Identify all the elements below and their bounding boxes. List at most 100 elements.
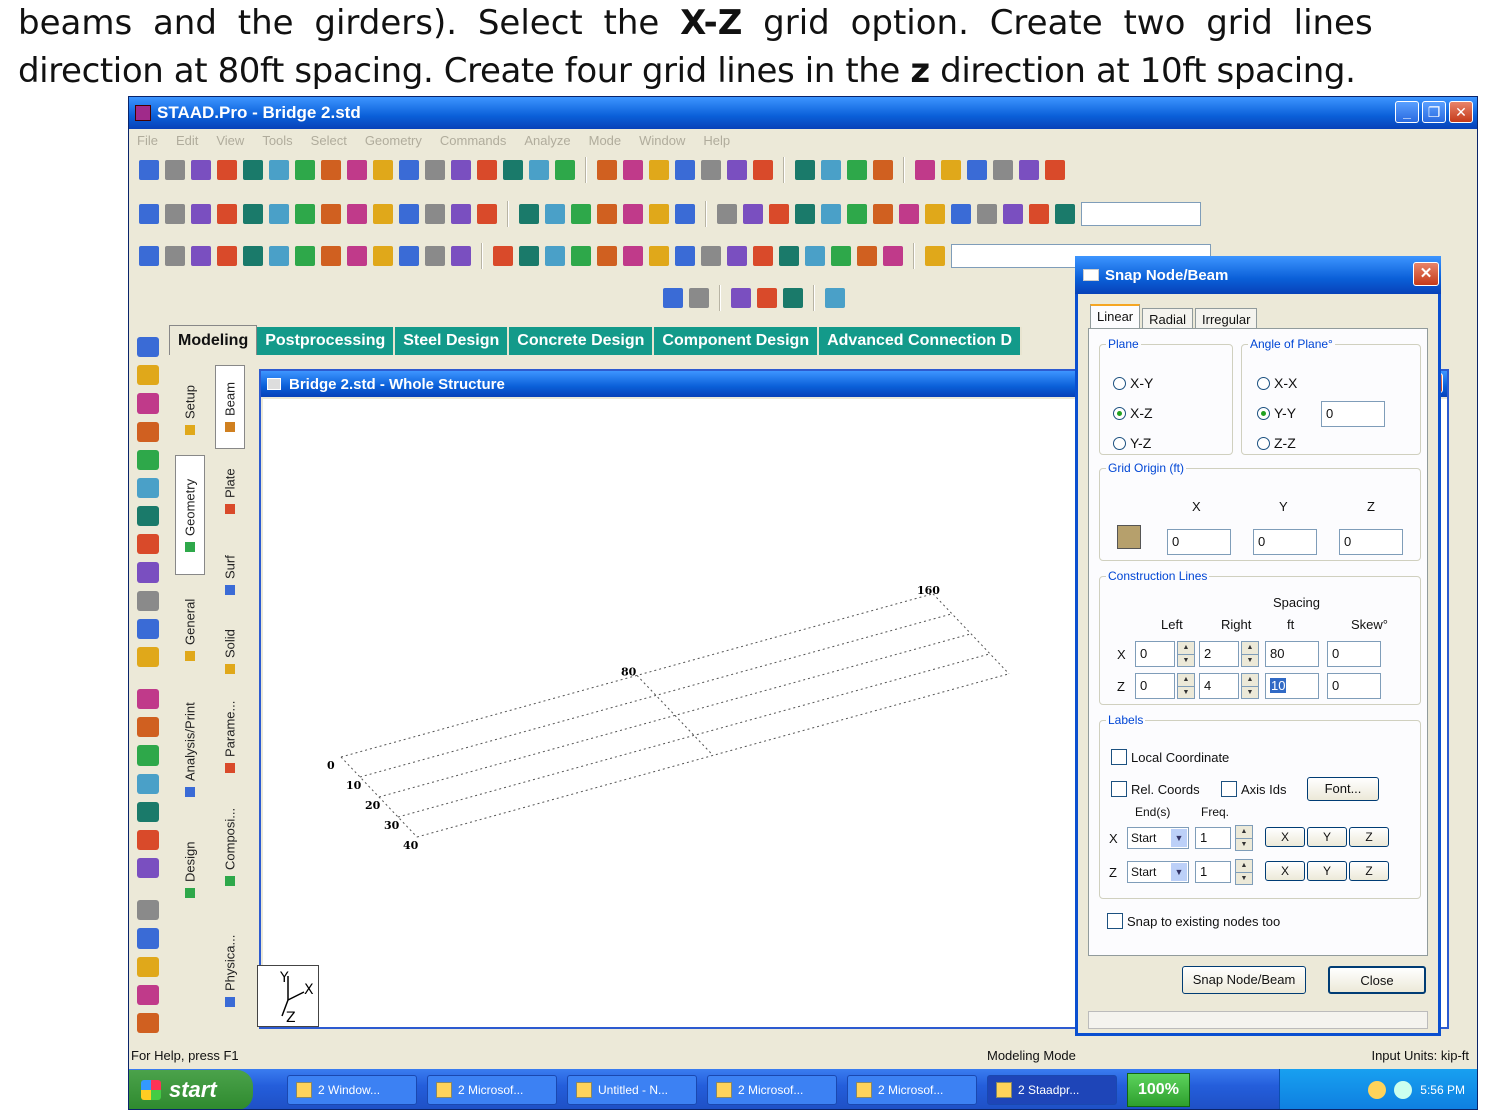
toolbar-tool-icon[interactable] bbox=[597, 246, 617, 266]
restore-button[interactable]: ❐ bbox=[1422, 101, 1446, 123]
toolbar-tool-icon[interactable] bbox=[477, 204, 497, 224]
toolbar-tool-icon[interactable] bbox=[373, 160, 393, 180]
vtab-design[interactable]: Design bbox=[175, 815, 205, 925]
toolbar-tool-icon[interactable] bbox=[191, 246, 211, 266]
vtab-physica[interactable]: Physica... bbox=[215, 907, 245, 1035]
menu-file[interactable]: File bbox=[137, 133, 158, 148]
local-coordinate-checkbox[interactable]: Local Coordinate bbox=[1111, 749, 1229, 765]
origin-z-input[interactable]: 0 bbox=[1339, 529, 1403, 555]
taskbar-task[interactable]: 2 Window... bbox=[287, 1075, 417, 1105]
toolbar-tool-icon[interactable] bbox=[993, 160, 1013, 180]
x-skew-input[interactable]: 0 bbox=[1327, 641, 1381, 667]
left-tool-icon[interactable] bbox=[137, 449, 159, 470]
toolbar-tool-icon[interactable] bbox=[925, 246, 945, 266]
toolbar-tool-icon[interactable] bbox=[165, 204, 185, 224]
toolbar-tool-icon[interactable] bbox=[1019, 160, 1039, 180]
tab-advanced-connection-d[interactable]: Advanced Connection D bbox=[819, 327, 1022, 355]
left-tool-icon[interactable] bbox=[137, 562, 159, 583]
labels-z-end-select[interactable]: Start ▼ bbox=[1127, 861, 1189, 883]
toolbar-tool-icon[interactable] bbox=[399, 160, 419, 180]
menu-commands[interactable]: Commands bbox=[440, 133, 506, 148]
toolbar-tool-icon[interactable] bbox=[399, 204, 419, 224]
toolbar-tool-icon[interactable] bbox=[675, 204, 695, 224]
toolbar-tool-icon[interactable] bbox=[831, 246, 851, 266]
rel-coords-checkbox[interactable]: Rel. Coords bbox=[1111, 781, 1200, 797]
taskbar-task[interactable]: 2 Microsof... bbox=[707, 1075, 837, 1105]
left-tool-icon[interactable] bbox=[137, 337, 159, 358]
axis-y-button[interactable]: Y bbox=[1307, 861, 1347, 881]
dialog-tab-linear[interactable]: Linear bbox=[1090, 304, 1141, 330]
vtab-parame[interactable]: Parame... bbox=[215, 687, 245, 787]
left-tool-icon[interactable] bbox=[137, 590, 159, 611]
toolbar-tool-icon[interactable] bbox=[545, 204, 565, 224]
left-tool-icon[interactable] bbox=[137, 646, 159, 668]
toolbar-tool-icon[interactable] bbox=[757, 288, 777, 308]
toolbar-tool-icon[interactable] bbox=[295, 246, 315, 266]
left-tool-icon[interactable] bbox=[137, 801, 159, 822]
toolbar-tool-icon[interactable] bbox=[805, 246, 825, 266]
menu-tools[interactable]: Tools bbox=[262, 133, 292, 148]
labels-x-freq-spinner[interactable]: ▲ ▼ bbox=[1235, 825, 1253, 851]
toolbar-tool-icon[interactable] bbox=[727, 160, 747, 180]
toolbar-tool-icon[interactable] bbox=[873, 160, 893, 180]
minimize-button[interactable]: _ bbox=[1395, 101, 1419, 123]
labels-x-end-select[interactable]: Start ▼ bbox=[1127, 827, 1189, 849]
menu-select[interactable]: Select bbox=[311, 133, 347, 148]
tab-steel-design[interactable]: Steel Design bbox=[395, 327, 510, 355]
toolbar-tool-icon[interactable] bbox=[165, 160, 185, 180]
toolbar-tool-icon[interactable] bbox=[555, 160, 575, 180]
toolbar-tool-icon[interactable] bbox=[883, 246, 903, 266]
toolbar-tool-icon[interactable] bbox=[451, 204, 471, 224]
toolbar-tool-icon[interactable] bbox=[649, 204, 669, 224]
toolbar-tool-icon[interactable] bbox=[675, 160, 695, 180]
vtab-plate[interactable]: Plate bbox=[215, 449, 245, 533]
axis-x-button[interactable]: X bbox=[1265, 861, 1305, 881]
x-left-input[interactable]: 0 bbox=[1135, 641, 1175, 667]
start-button[interactable]: start bbox=[129, 1070, 253, 1109]
toolbar-tool-icon[interactable] bbox=[1055, 204, 1075, 224]
labels-z-freq-input[interactable]: 1 bbox=[1195, 861, 1231, 883]
toolbar-tool-icon[interactable] bbox=[451, 246, 471, 266]
menu-mode[interactable]: Mode bbox=[589, 133, 622, 148]
angle-value-input[interactable]: 0 bbox=[1321, 401, 1385, 427]
angle-radio-z-z[interactable]: Z-Z bbox=[1257, 435, 1296, 451]
toolbar-tool-icon[interactable] bbox=[1003, 204, 1023, 224]
toolbar-tool-icon[interactable] bbox=[649, 246, 669, 266]
close-dialog-button[interactable]: Close bbox=[1328, 966, 1426, 994]
left-tool-icon[interactable] bbox=[137, 618, 159, 639]
toolbar-tool-icon[interactable] bbox=[847, 204, 867, 224]
toolbar-tool-icon[interactable] bbox=[493, 246, 513, 266]
toolbar-tool-icon[interactable] bbox=[821, 160, 841, 180]
toolbar-tool-icon[interactable] bbox=[1045, 160, 1065, 180]
toolbar-tool-icon[interactable] bbox=[321, 246, 341, 266]
angle-radio-y-y[interactable]: Y-Y bbox=[1257, 405, 1296, 421]
toolbar-tool-icon[interactable] bbox=[597, 204, 617, 224]
toolbar-tool-icon[interactable] bbox=[425, 160, 445, 180]
toolbar-tool-icon[interactable] bbox=[663, 288, 683, 308]
vtab-geometry[interactable]: Geometry bbox=[175, 455, 205, 575]
z-right-spinner[interactable]: ▲ ▼ bbox=[1241, 673, 1259, 699]
vtab-general[interactable]: General bbox=[175, 575, 205, 685]
toolbar-tool-icon[interactable] bbox=[347, 246, 367, 266]
toolbar-tool-icon[interactable] bbox=[191, 204, 211, 224]
toolbar-tool-icon[interactable] bbox=[243, 246, 263, 266]
toolbar-tool-icon[interactable] bbox=[217, 204, 237, 224]
toolbar-tool-icon[interactable] bbox=[701, 246, 721, 266]
left-tool-icon[interactable] bbox=[137, 745, 159, 766]
origin-y-input[interactable]: 0 bbox=[1253, 529, 1317, 555]
toolbar-tool-icon[interactable] bbox=[873, 204, 893, 224]
vtab-analysis-print[interactable]: Analysis/Print bbox=[175, 685, 205, 815]
toolbar-combo[interactable] bbox=[1081, 202, 1201, 226]
toolbar-tool-icon[interactable] bbox=[623, 204, 643, 224]
menu-window[interactable]: Window bbox=[639, 133, 685, 148]
origin-x-input[interactable]: 0 bbox=[1167, 529, 1231, 555]
toolbar-tool-icon[interactable] bbox=[925, 204, 945, 224]
toolbar-tool-icon[interactable] bbox=[243, 160, 263, 180]
left-tool-icon[interactable] bbox=[137, 717, 159, 738]
toolbar-tool-icon[interactable] bbox=[529, 160, 549, 180]
tab-component-design[interactable]: Component Design bbox=[654, 327, 820, 355]
plane-radio-x-z[interactable]: X-Z bbox=[1113, 405, 1153, 421]
snap-existing-checkbox[interactable]: Snap to existing nodes too bbox=[1107, 913, 1280, 929]
menu-view[interactable]: View bbox=[216, 133, 244, 148]
horizontal-scrollbar[interactable] bbox=[1088, 1011, 1428, 1029]
